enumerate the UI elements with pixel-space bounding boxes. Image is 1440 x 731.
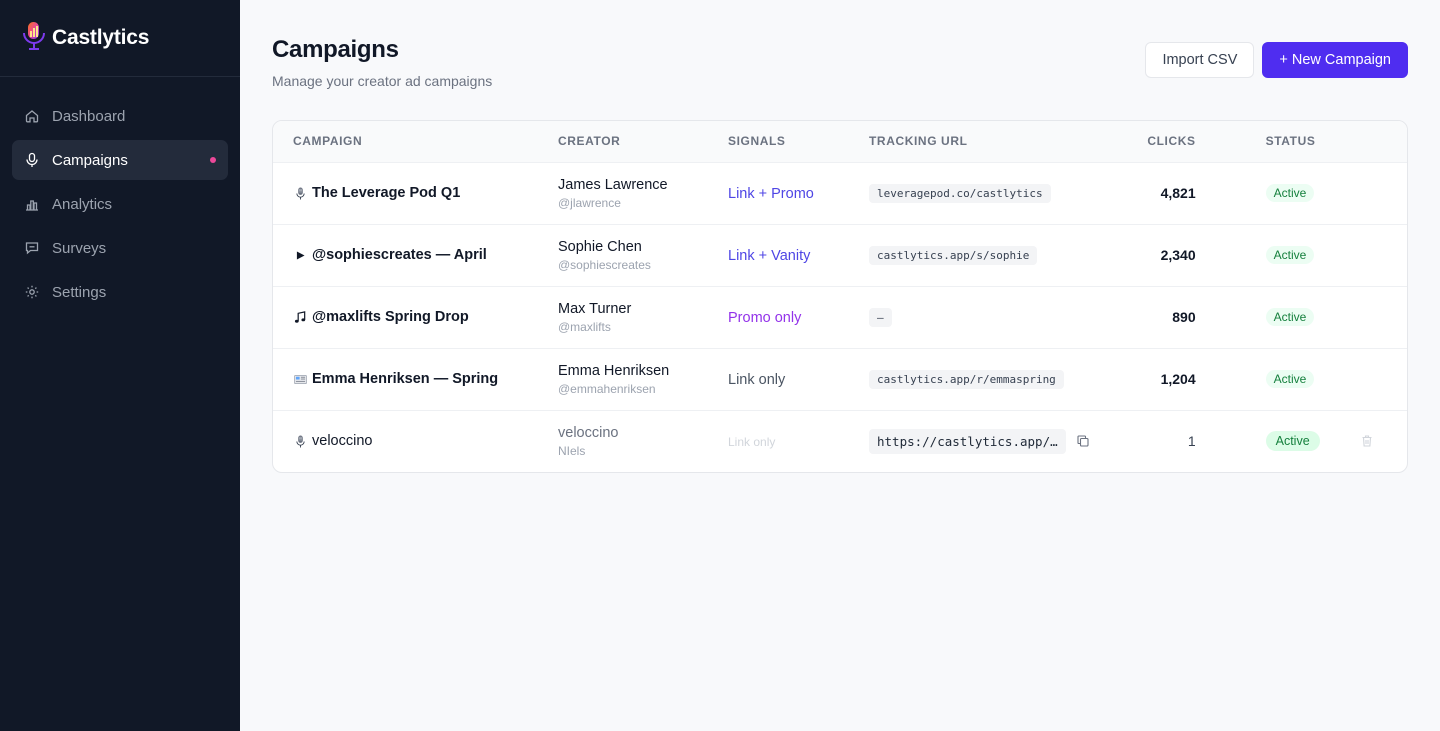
newsletter-icon [293,374,307,385]
table-row[interactable]: veloccino veloccino NIels Link only https… [273,410,1407,472]
status-badge: Active [1265,184,1315,202]
creator-name: James Lawrence [558,176,668,193]
signals-label: Link only [728,435,776,450]
status-badge: Active [1265,308,1315,326]
column-header-status[interactable]: STATUS [1215,121,1340,163]
import-csv-button[interactable]: Import CSV [1145,42,1255,78]
sidebar-item-settings[interactable]: Settings [12,272,228,312]
status-badge: Active [1265,431,1320,452]
music-note-icon [293,310,307,324]
sidebar-item-label: Settings [52,283,107,301]
brand[interactable]: Castlytics [0,0,240,77]
chat-bubble-icon [24,240,40,256]
play-icon [293,250,307,260]
tracking-url: leveragepod.co/castlytics [869,183,1051,203]
notification-dot [210,157,216,163]
clicks-count: 2,340 [1160,247,1196,263]
gear-icon [24,284,40,300]
creator-name: Max Turner [558,300,632,317]
column-header-actions [1339,121,1407,163]
creator-name: Emma Henriksen [558,362,670,379]
sidebar-item-analytics[interactable]: Analytics [12,184,228,224]
home-icon [24,108,40,124]
column-header-campaign[interactable]: CAMPAIGN [273,121,538,163]
clicks-count: 1 [1187,433,1196,450]
campaign-name[interactable]: Emma Henriksen — Spring [312,371,498,387]
signals-label: Link only [728,371,786,388]
signals-label: Link + Vanity [728,247,811,264]
column-header-signals[interactable]: SIGNALS [708,121,849,163]
sidebar-item-surveys[interactable]: Surveys [12,228,228,268]
clicks-count: 4,821 [1160,185,1196,201]
table-header-row: CAMPAIGN CREATOR SIGNALS TRACKING URL CL… [273,121,1407,163]
logo-icon [20,20,52,57]
creator-handle: NIels [558,443,586,458]
creator-handle: @emmahenriksen [558,381,656,396]
campaign-name[interactable]: @maxlifts Spring Drop [312,309,469,325]
signals-label: Promo only [728,309,802,326]
sidebar-nav: Dashboard Campaigns Analytics Surveys Se… [0,77,240,312]
table-row[interactable]: The Leverage Pod Q1 James Lawrence @jlawr… [273,162,1407,224]
header-actions: Import CSV + New Campaign [1145,42,1408,78]
microphone-icon [293,435,307,448]
page-title: Campaigns [272,36,399,63]
page-header: Campaigns Manage your creator ad campaig… [272,34,1408,120]
trash-icon[interactable] [1360,434,1387,448]
creator-name: Sophie Chen [558,238,642,255]
tracking-url: castlytics.app/r/emmaspring [869,369,1064,389]
campaign-name[interactable]: @sophiescreates — April [312,247,487,263]
tracking-url: — [869,307,892,327]
sidebar-item-label: Dashboard [52,107,126,125]
creator-handle: @sophiescreates [558,257,651,272]
sidebar-item-campaigns[interactable]: Campaigns [12,140,228,180]
microphone-icon [24,152,40,168]
microphone-icon [293,187,307,200]
campaigns-table: CAMPAIGN CREATOR SIGNALS TRACKING URL CL… [272,120,1408,473]
table-row[interactable]: @sophiescreates — April Sophie Chen @soph… [273,224,1407,286]
table-row[interactable]: Emma Henriksen — Spring Emma Henriksen @e… [273,348,1407,410]
app-name: Castlytics [52,26,150,49]
sidebar-item-dashboard[interactable]: Dashboard [12,96,228,136]
bar-chart-icon [24,196,40,212]
app-window: Castlytics Dashboard Campaigns Analytics… [0,0,1440,731]
status-badge: Active [1265,246,1315,264]
clicks-count: 1,204 [1160,371,1196,387]
copy-icon[interactable] [1076,434,1090,448]
sidebar-item-label: Surveys [52,239,107,257]
column-header-tracking-url[interactable]: TRACKING URL [849,121,1110,163]
campaign-name[interactable]: The Leverage Pod Q1 [312,185,460,201]
column-header-clicks[interactable]: CLICKS [1109,121,1216,163]
tracking-url: castlytics.app/s/sophie [869,245,1038,265]
creator-handle: @jlawrence [558,195,621,210]
tracking-url: https://castlytics.app/… [869,428,1066,454]
signals-label: Link + Promo [728,185,814,202]
campaign-name[interactable]: veloccino [312,433,372,449]
sidebar: Castlytics Dashboard Campaigns Analytics… [0,0,240,731]
page-subtitle: Manage your creator ad campaigns [272,73,493,89]
status-badge: Active [1265,370,1315,388]
new-campaign-button[interactable]: + New Campaign [1262,42,1408,78]
sidebar-item-label: Campaigns [52,151,128,169]
table-row[interactable]: @maxlifts Spring Drop Max Turner @maxlift… [273,286,1407,348]
clicks-count: 890 [1172,309,1196,325]
creator-name: veloccino [558,424,619,441]
creator-handle: @maxlifts [558,319,611,334]
column-header-creator[interactable]: CREATOR [538,121,708,163]
main-content: Campaigns Manage your creator ad campaig… [240,0,1440,731]
sidebar-item-label: Analytics [52,195,113,213]
